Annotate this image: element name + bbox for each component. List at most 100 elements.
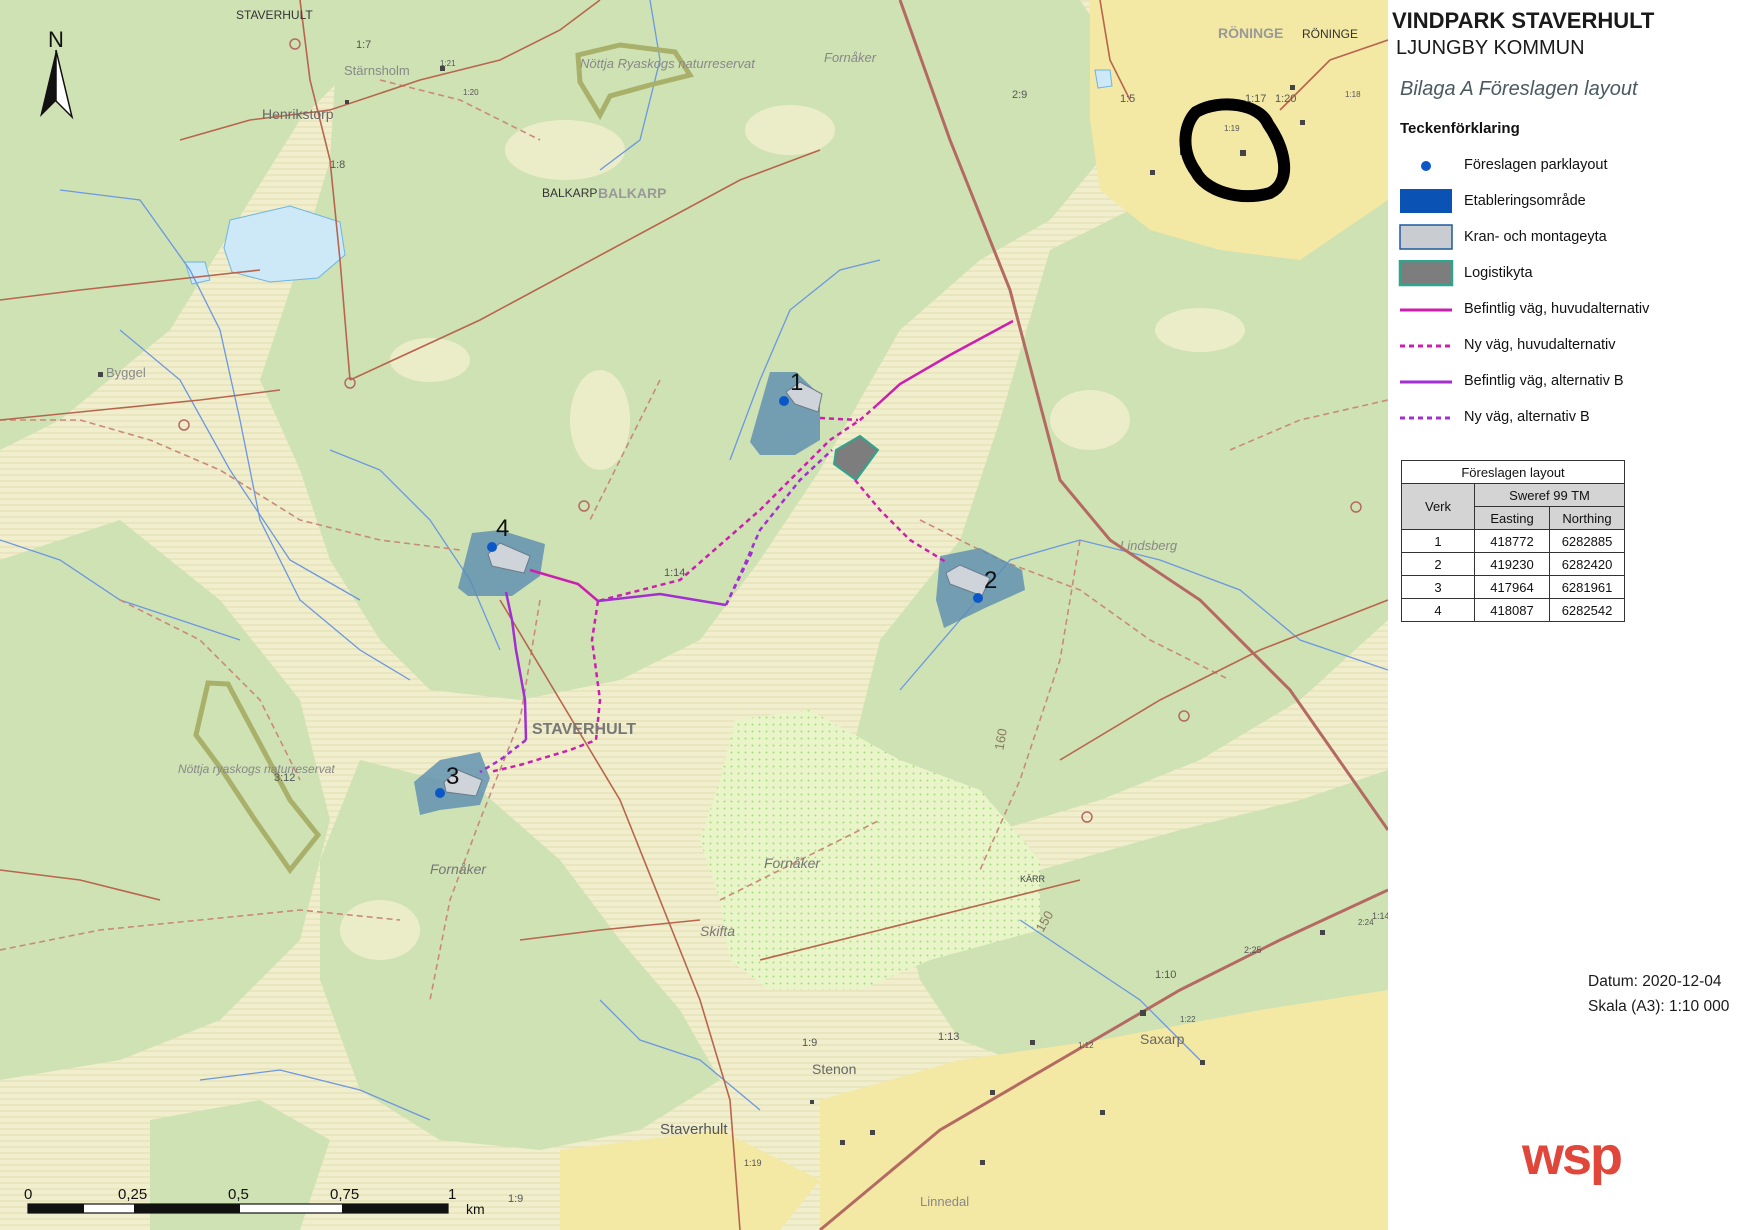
prop-label: 1:14 [1372, 911, 1388, 921]
cell-verk: 4 [1401, 598, 1475, 622]
dashed-line-icon [1400, 416, 1452, 420]
prop-label: 1:20 [1275, 93, 1296, 105]
fill-swatch-icon [1398, 260, 1454, 287]
cell-easting: 417964 [1474, 575, 1550, 599]
cell-easting: 418772 [1474, 529, 1550, 553]
label-roninge-map: RÖNINGE [1218, 25, 1283, 41]
cell-northing: 6282420 [1549, 552, 1625, 576]
turbine-label-1: 1 [790, 369, 803, 396]
pond-north [1094, 69, 1113, 89]
turbine-label-2: 2 [984, 567, 997, 594]
cell-northing: 6282542 [1549, 598, 1625, 622]
prop-label: 1:9 [802, 1037, 817, 1049]
appendix-title: Bilaga A Föreslagen layout [1400, 78, 1638, 100]
prop-label: 2:25 [1244, 945, 1262, 955]
legend-item-turbine: Föreslagen parklayout [1398, 152, 1738, 180]
line-swatch-icon [1400, 380, 1452, 384]
prop-label: 1:7 [356, 39, 371, 51]
prop-label: 1:9 [508, 1193, 523, 1205]
prop-label: 1:12 [1078, 1041, 1094, 1050]
label-roninge: RÖNINGE [1302, 27, 1358, 41]
cell-easting: 419230 [1474, 552, 1550, 576]
prop-label: 1:10 [1155, 969, 1176, 981]
scale-tick-075: 0,75 [330, 1186, 359, 1203]
legend-label: Befintlig väg, huvudalternativ [1464, 301, 1650, 317]
table-title: Föreslagen layout [1401, 460, 1625, 484]
legend-title: Teckenförklaring [1400, 120, 1520, 137]
cell-verk: 2 [1401, 552, 1475, 576]
label-stenon: Stenon [812, 1061, 856, 1077]
wsp-logo-text: wsp [1521, 1126, 1621, 1186]
label-staverhult-mid: STAVERHULT [532, 721, 636, 738]
legend-label: Logistikyta [1464, 265, 1533, 281]
legend-label: Befintlig väg, alternativ B [1464, 373, 1624, 389]
label-saxarp: Saxarp [1140, 1031, 1185, 1047]
map-subtitle: LJUNGBY KOMMUN [1396, 37, 1585, 59]
cell-verk: 1 [1401, 529, 1475, 553]
label-staverhult-bottom: Staverhult [660, 1121, 728, 1138]
map-svg: N 0 0,25 0,5 0,75 1 km 1 2 3 4 STAVERHUL… [0, 0, 1388, 1230]
label-karr: KÄRR [1020, 874, 1046, 884]
label-lindsberg: Lindsberg [1120, 538, 1178, 553]
scale-tick-025: 0,25 [118, 1186, 147, 1203]
label-fornaker-top: Fornåker [824, 50, 877, 65]
scale-label: Skala (A3): 1:10 000 [1588, 998, 1730, 1015]
label-henrikstorp: Henrikstorp [262, 106, 334, 122]
scale-tick-05: 0,5 [228, 1186, 249, 1203]
label-staverhult-top: STAVERHULT [236, 8, 313, 22]
turbine-4 [487, 542, 497, 552]
fill-swatch-icon [1400, 189, 1452, 213]
table-row: 2 419230 6282420 [1401, 552, 1625, 576]
label-balkarp-map: BALKARP [598, 185, 666, 201]
date-label: Datum: 2020-12-04 [1588, 973, 1722, 990]
table-header-northing: Northing [1549, 506, 1625, 530]
prop-label: 1:14 [664, 567, 685, 579]
table-row: 4 418087 6282542 [1401, 598, 1625, 622]
legend-item-kranyta: Kran- och montageyta [1398, 224, 1738, 252]
legend-item-befintlig-huvud: Befintlig väg, huvudalternativ [1398, 296, 1738, 324]
north-label: N [48, 27, 64, 52]
cell-northing: 6282885 [1549, 529, 1625, 553]
scale-unit: km [466, 1201, 485, 1217]
legend-label: Etableringsområde [1464, 193, 1586, 209]
legend-item-logistikyta: Logistikyta [1398, 260, 1738, 288]
label-balkarp: BALKARP [542, 186, 597, 200]
prop-label: 1:5 [1120, 93, 1135, 105]
line-swatch-icon [1400, 308, 1452, 312]
fill-swatch-icon [1399, 224, 1453, 250]
label-fornaker-left: Fornåker [430, 861, 487, 877]
legend-label: Föreslagen parklayout [1464, 157, 1608, 173]
legend-item-befintlig-b: Befintlig väg, alternativ B [1398, 368, 1738, 396]
table-row: 3 417964 6281961 [1401, 575, 1625, 599]
cell-northing: 6281961 [1549, 575, 1625, 599]
legend-item-etablering: Etableringsområde [1398, 188, 1738, 216]
legend-item-ny-b: Ny väg, alternativ B [1398, 404, 1738, 432]
label-linnedal: Linnedal [920, 1194, 969, 1209]
prop-label: 2:9 [1012, 89, 1027, 101]
cell-verk: 3 [1401, 575, 1475, 599]
turbine-1 [779, 396, 789, 406]
prop-label: 1:22 [1180, 1015, 1196, 1024]
prop-label: 1:19 [1224, 124, 1240, 133]
legend-label: Ny väg, huvudalternativ [1464, 337, 1616, 353]
prop-label: 1:17 [1245, 93, 1266, 105]
label-starnsholm: Stärnsholm [344, 63, 410, 78]
label-nottja-north: Nöttja Ryaskogs naturreservat [580, 56, 756, 71]
scale-tick-0: 0 [24, 1186, 32, 1203]
dot-icon [1421, 161, 1431, 171]
label-fornaker-mid: Fornåker [764, 855, 821, 871]
map-title: VINDPARK STAVERHULT [1392, 8, 1655, 33]
turbine-3 [435, 788, 445, 798]
prop-label: 1:21 [440, 59, 456, 68]
label-byggel: Byggel [106, 365, 146, 380]
scale-tick-1: 1 [448, 1186, 456, 1203]
prop-label: 3:12 [274, 772, 295, 784]
map-canvas[interactable]: N 0 0,25 0,5 0,75 1 km 1 2 3 4 STAVERHUL… [0, 0, 1388, 1230]
table-row: 1 418772 6282885 [1401, 529, 1625, 553]
prop-label: 1:8 [330, 159, 345, 171]
prop-label: 2:24 [1358, 918, 1374, 927]
legend-label: Kran- och montageyta [1464, 229, 1607, 245]
turbine-label-3: 3 [446, 763, 459, 790]
turbine-2 [973, 593, 983, 603]
dashed-line-icon [1400, 344, 1452, 348]
